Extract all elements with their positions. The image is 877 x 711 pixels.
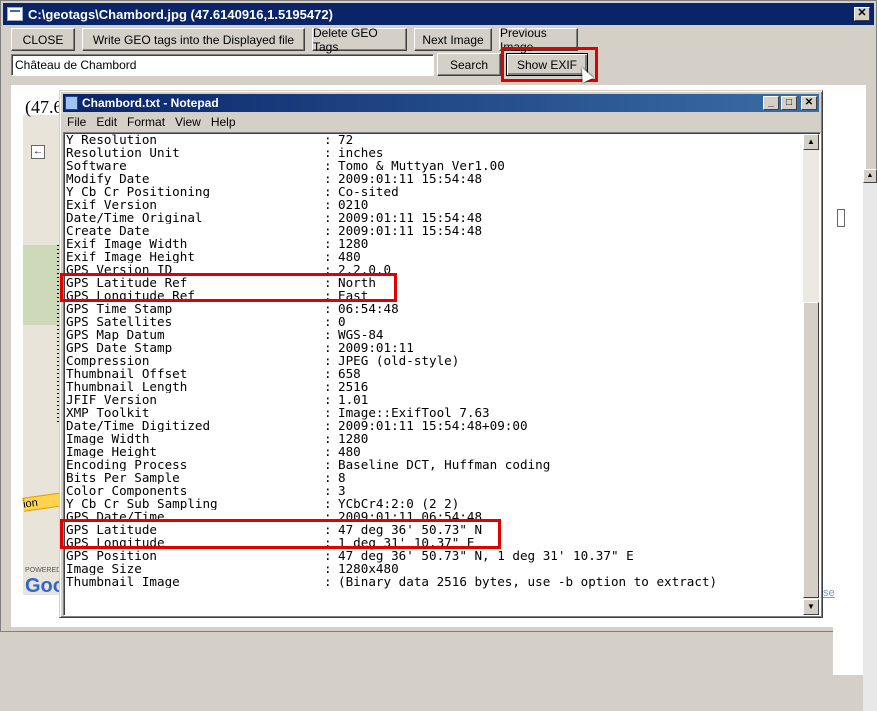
notepad-scrollbar[interactable]: ▲ ▼ [803, 134, 819, 615]
exif-line: Y Resolution:72 [66, 133, 717, 146]
exif-key: GPS Latitude Ref [66, 276, 188, 289]
exif-key: GPS Time Stamp [66, 302, 173, 315]
scroll-down-icon[interactable]: ▼ [803, 599, 819, 615]
exif-key: Modify Date [66, 172, 150, 185]
notepad-titlebar: Chambord.txt - Notepad _ □ ✕ [63, 94, 819, 112]
exif-key: Thumbnail Offset [66, 367, 188, 380]
write-geo-tags-button[interactable]: Write GEO tags into the Displayed file [82, 28, 305, 51]
exif-key: GPS Position [66, 549, 157, 562]
exif-key: Compression [66, 354, 150, 367]
exif-value: Baseline DCT, Huffman coding [338, 457, 551, 472]
exif-key: Thumbnail Length [66, 380, 188, 393]
show-exif-button[interactable]: Show EXIF [506, 53, 588, 76]
exif-key: Resolution Unit [66, 146, 180, 159]
mouse-cursor-icon [576, 65, 594, 83]
exif-key: GPS Latitude [66, 523, 157, 536]
window-titlebar: C:\geotags\Chambord.jpg (47.6140916,1.51… [3, 3, 874, 25]
exif-key: GPS Date Stamp [66, 341, 173, 354]
exif-line: Thumbnail Length:2516 [66, 380, 717, 393]
exif-key: GPS Satellites [66, 315, 173, 328]
notepad-title: Chambord.txt - Notepad [82, 96, 219, 110]
scroll-up-icon[interactable]: ▲ [803, 134, 819, 150]
notepad-icon [65, 96, 78, 110]
coordinate-label: (47.6 [25, 97, 63, 117]
map-road: ion [22, 492, 64, 512]
exif-line: Encoding Process: Baseline DCT, Huffman c… [66, 458, 717, 471]
exif-line: Bits Per Sample:8 [66, 471, 717, 484]
exif-line: GPS Latitude Ref: North [66, 276, 717, 289]
menu-file[interactable]: File [63, 115, 92, 129]
exif-key: Software [66, 159, 127, 172]
menu-view[interactable]: View [171, 115, 207, 129]
exif-key: Date/Time Original [66, 211, 203, 224]
exif-key: Y Cb Cr Positioning [66, 185, 211, 198]
exif-key: Bits Per Sample [66, 471, 180, 484]
exif-line: Image Width:1280 [66, 432, 717, 445]
exif-key: GPS Map Datum [66, 328, 165, 341]
exif-key: Image Width [66, 432, 150, 445]
menu-edit[interactable]: Edit [92, 115, 123, 129]
map-pan-left-icon[interactable]: ← [31, 145, 45, 159]
menu-format[interactable]: Format [123, 115, 171, 129]
next-image-button[interactable]: Next Image [414, 28, 492, 51]
road-label: ion [22, 496, 39, 511]
close-button[interactable]: CLOSE [11, 28, 75, 51]
exif-line: Date/Time Digitized:2009:01:11 15:54:48+… [66, 419, 717, 432]
exif-key: JFIF Version [66, 393, 157, 406]
exif-key: GPS Longitude Ref [66, 289, 195, 302]
powered-by-label: POWERED [25, 567, 62, 574]
exif-key: Color Components [66, 484, 188, 497]
exif-key: Exif Image Height [66, 250, 195, 263]
exif-key: Y Resolution [66, 133, 157, 146]
exif-key: Exif Version [66, 198, 157, 211]
search-input[interactable]: Château de Chambord [11, 54, 434, 76]
exif-key: GPS Version ID [66, 263, 173, 276]
exif-line: Exif Image Height:480 [66, 250, 717, 263]
exif-key: Create Date [66, 224, 150, 237]
exif-value: (Binary data 2516 bytes, use -b option t… [338, 574, 718, 589]
notepad-text-area[interactable]: Y Resolution:72 Resolution Unit: inches Sof… [63, 132, 821, 616]
exif-line: GPS Version ID:2.2.0.0 [66, 263, 717, 276]
exif-key: GPS Longitude [66, 536, 165, 549]
exif-separator: : [324, 574, 332, 589]
exif-key: XMP Toolkit [66, 406, 150, 419]
exif-line: Thumbnail Image: (Binary data 2516 bytes,… [66, 575, 717, 588]
scroll-up-icon[interactable]: ▲ [863, 169, 877, 183]
exif-key: Image Height [66, 445, 157, 458]
delete-geo-tags-button[interactable]: Delete GEO Tags [312, 26, 407, 54]
exif-key: Exif Image Width [66, 237, 188, 250]
menu-help[interactable]: Help [207, 115, 242, 129]
notepad-menubar: File Edit Format View Help [63, 113, 819, 131]
exif-line: GPS Time Stamp:06:54:48 [66, 302, 717, 315]
minimize-icon[interactable]: _ [763, 96, 779, 110]
notepad-window: Chambord.txt - Notepad _ □ ✕ File Edit F… [59, 90, 823, 618]
exif-line: Create Date:2009:01:11 15:54:48 [66, 224, 717, 237]
notepad-close-icon[interactable]: ✕ [801, 96, 817, 110]
search-button[interactable]: Search [437, 53, 501, 76]
exif-line: Thumbnail Offset:658 [66, 367, 717, 380]
exif-text: Y Resolution:72 Resolution Unit: inches Sof… [66, 133, 717, 588]
exif-value: 06:54:48 [338, 301, 399, 316]
exif-key: Image Size [66, 562, 142, 575]
exif-key: Encoding Process [66, 458, 188, 471]
exif-line: Exif Image Width:1280 [66, 237, 717, 250]
exif-key: GPS Date/Time [66, 510, 165, 523]
scroll-thumb[interactable] [803, 302, 819, 598]
main-window: C:\geotags\Chambord.jpg (47.6140916,1.51… [0, 0, 877, 711]
main-scrollbar[interactable]: ▲ [863, 169, 877, 711]
exif-key: Y Cb Cr Sub Sampling [66, 497, 218, 510]
maximize-icon[interactable]: □ [781, 96, 797, 110]
app-icon [7, 7, 23, 21]
exif-line: Compression: JPEG (old-style) [66, 354, 717, 367]
exif-key: Date/Time Digitized [66, 419, 211, 432]
map-control-box[interactable] [837, 209, 845, 227]
exif-key: Thumbnail Image [66, 575, 180, 588]
previous-image-button[interactable]: Previous Image [499, 26, 578, 54]
exif-line: Y Cb Cr Positioning: Co-sited [66, 185, 717, 198]
exif-line: GPS Satellites:0 [66, 315, 717, 328]
window-close-button[interactable]: ✕ [854, 7, 870, 21]
window-title: C:\geotags\Chambord.jpg (47.6140916,1.51… [28, 6, 333, 22]
terms-of-use-link[interactable]: se [823, 587, 835, 599]
